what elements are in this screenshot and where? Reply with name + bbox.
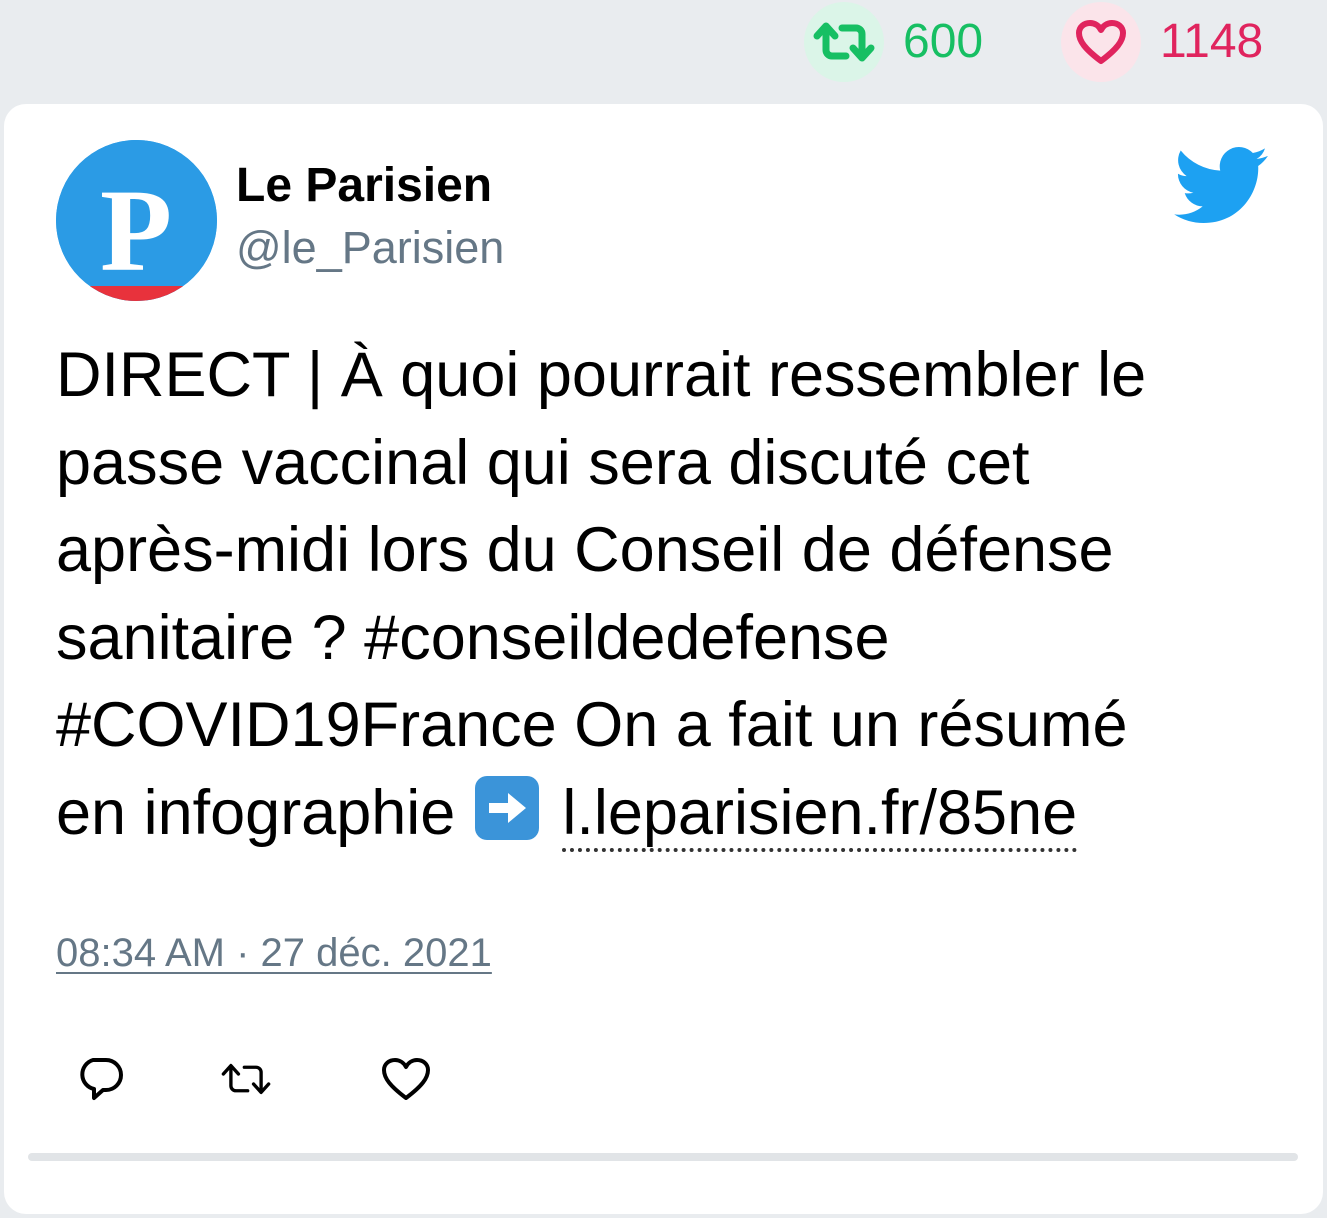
heart-icon: [1076, 20, 1126, 64]
retweet-icon: [221, 1063, 271, 1095]
tweet-text-line: en infographie: [56, 777, 456, 848]
avatar[interactable]: P: [56, 140, 217, 301]
tweet-text: DIRECT | À quoi pourrait ressembler le pa…: [56, 332, 1256, 857]
right-arrow-emoji: [474, 775, 539, 840]
engagement-stats: 600 1148: [0, 0, 1327, 90]
reply-icon: [80, 1058, 123, 1100]
le-parisien-logo: P: [56, 140, 217, 301]
like-count: 1148: [1160, 15, 1264, 68]
heart-icon: [382, 1058, 430, 1100]
reply-button[interactable]: [74, 1054, 126, 1104]
svg-text:P: P: [100, 165, 172, 296]
retweet-icon: [813, 22, 875, 62]
tweet-text-line: sanitaire ? #conseildedefense: [56, 602, 890, 673]
retweet-stat-badge: [804, 2, 884, 82]
divider: [28, 1153, 1298, 1161]
like-stat: 1148: [1061, 2, 1263, 82]
tweet-text-line: passe vaccinal qui sera discuté cet: [56, 427, 1030, 498]
tweet-text-line: après-midi lors du Conseil de défense: [56, 515, 1114, 585]
retweet-count: 600: [903, 15, 984, 68]
retweet-stat: 600: [804, 2, 983, 82]
author-name[interactable]: Le Parisien: [236, 162, 492, 210]
tweet-text-line: DIRECT | À quoi pourrait ressembler le: [56, 340, 1147, 410]
author-handle[interactable]: @le_Parisien: [236, 225, 504, 270]
tweet-text-line: #COVID19France On a fait un résumé: [56, 690, 1128, 760]
tweet-card: P Le Parisien @le_Parisien DIRECT | À qu…: [4, 104, 1323, 1214]
retweet-button[interactable]: [220, 1054, 272, 1104]
tweet-link[interactable]: l.leparisien.fr/85ne: [562, 777, 1078, 852]
tweet-timestamp[interactable]: 08:34 AM · 27 déc. 2021: [56, 933, 492, 973]
like-button[interactable]: [380, 1054, 432, 1104]
twitter-bird-icon[interactable]: [1174, 146, 1268, 224]
like-stat-badge: [1061, 2, 1141, 82]
